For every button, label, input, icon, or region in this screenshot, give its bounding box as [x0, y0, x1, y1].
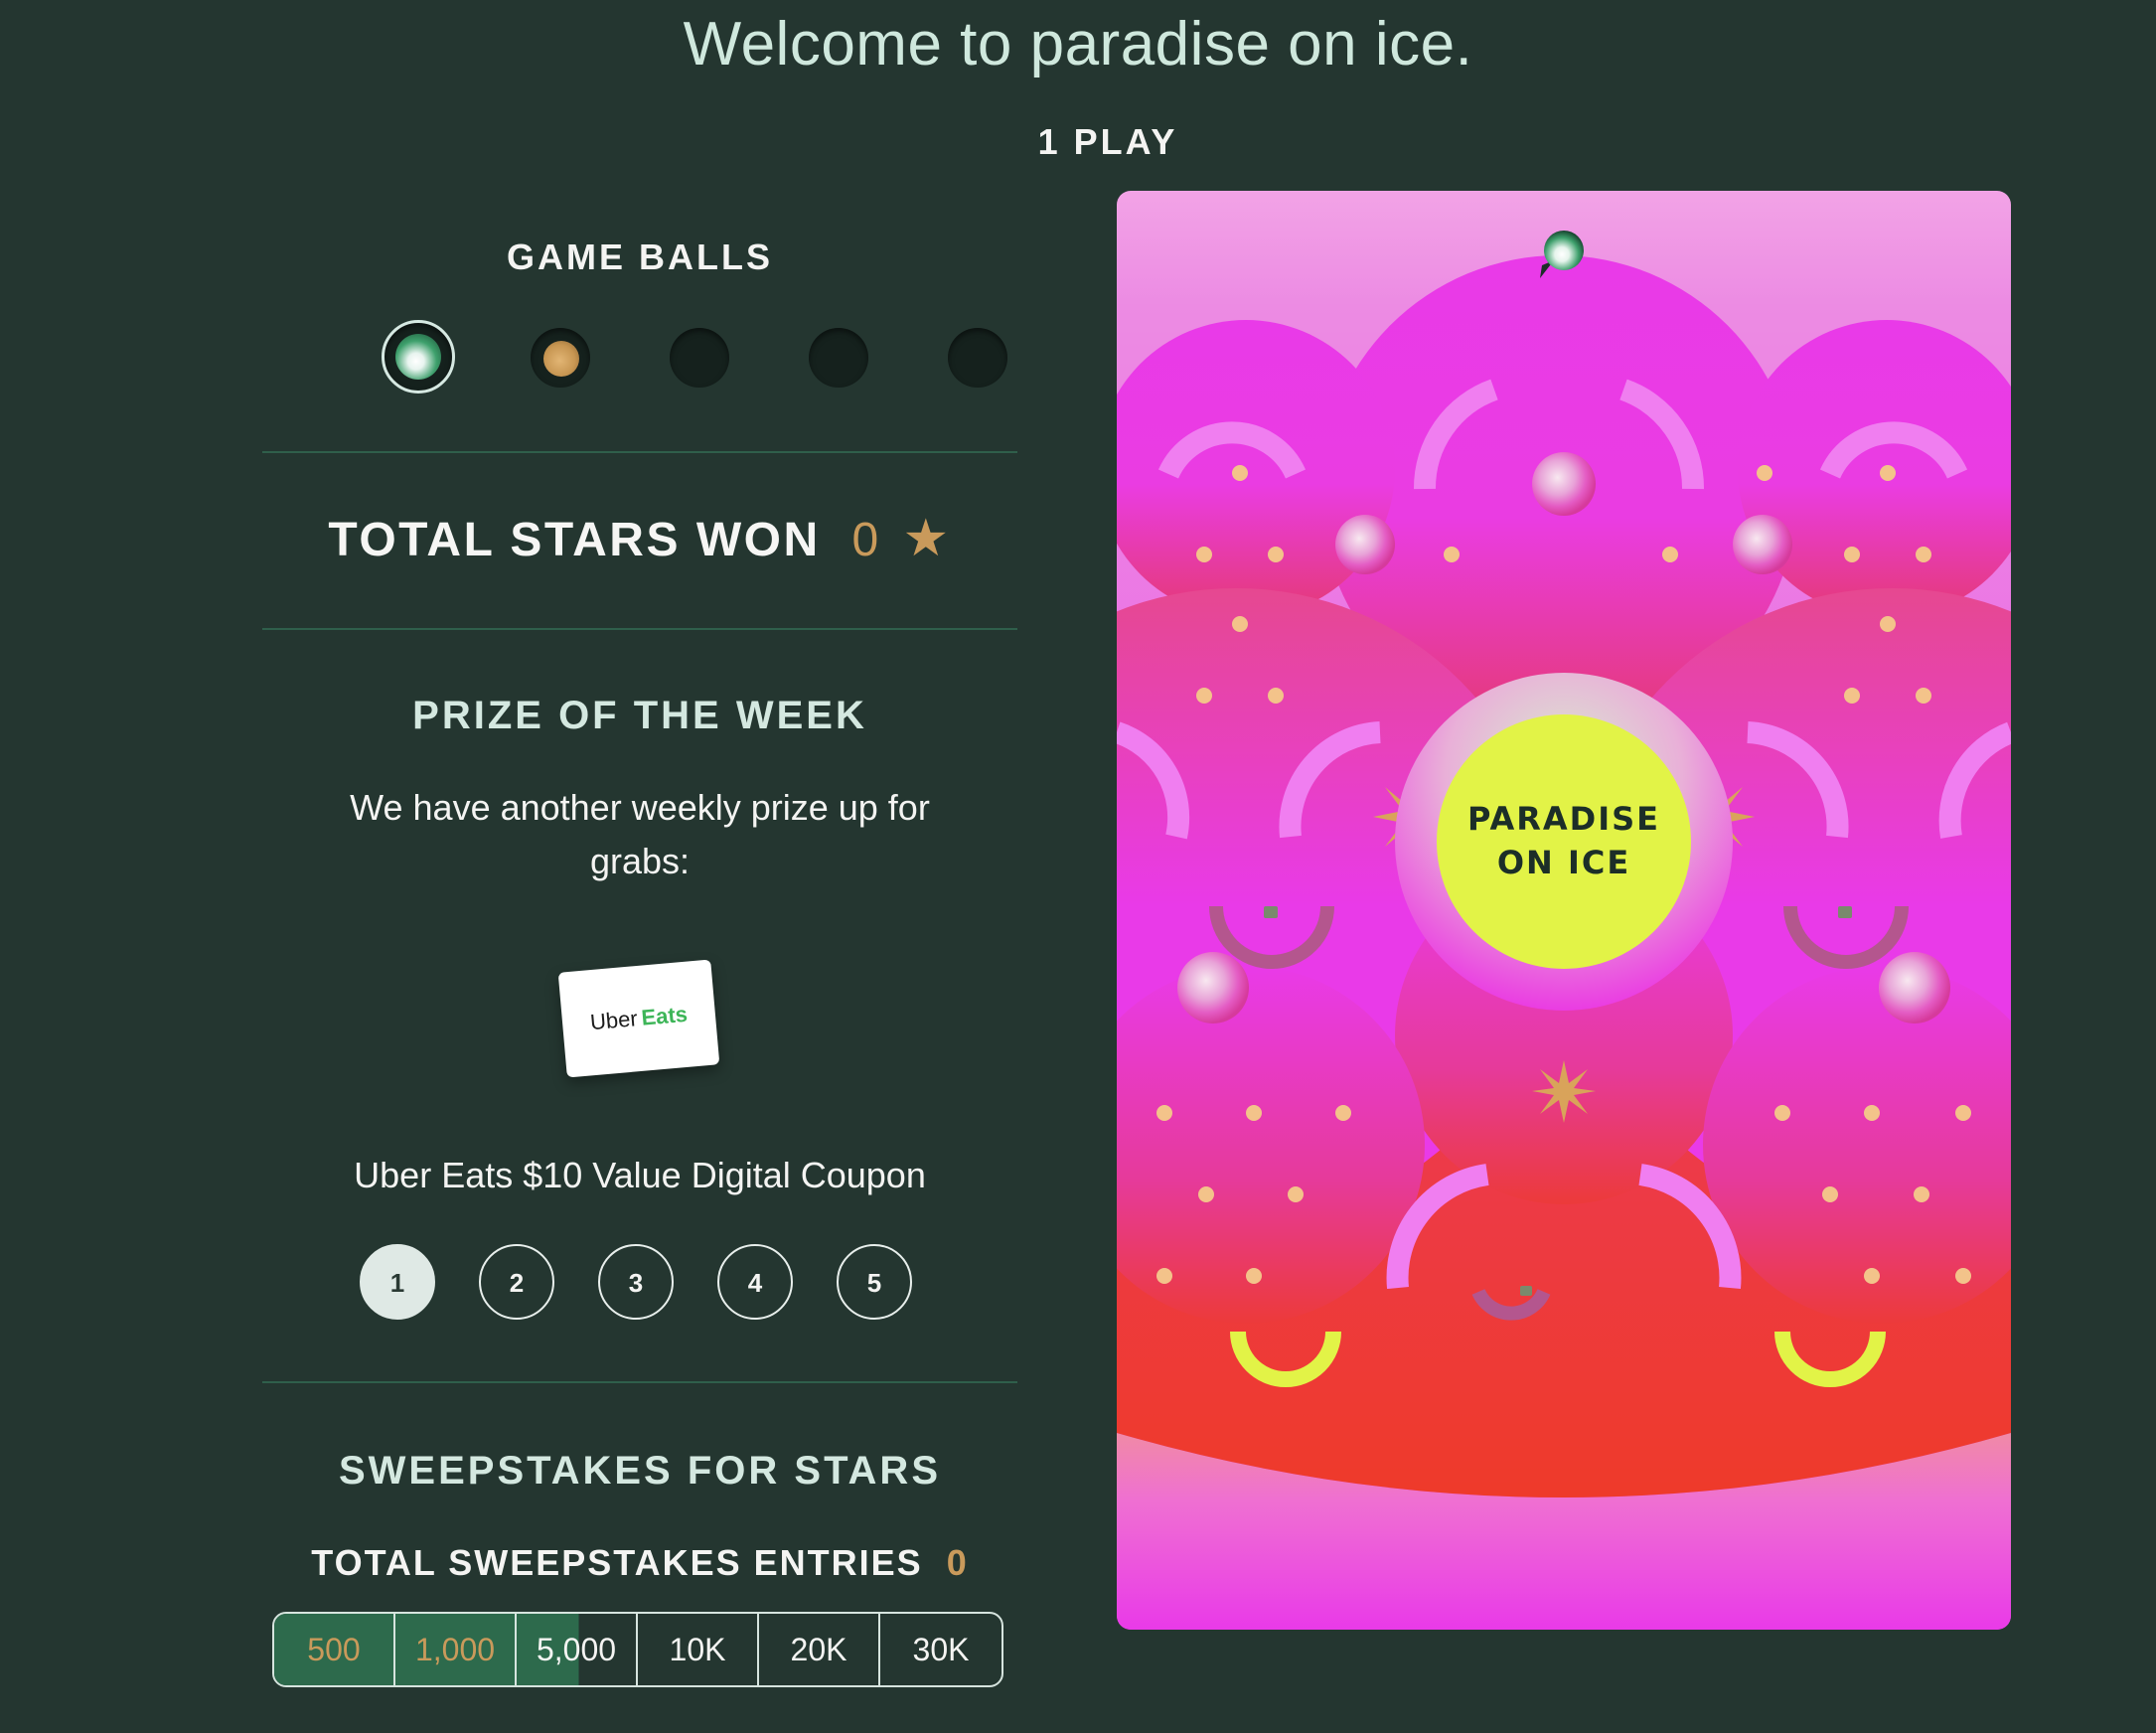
total-stars-count: 0 [851, 514, 881, 566]
game-board-art [1117, 191, 2011, 1630]
sweepstakes-title: SWEEPSTAKES FOR STARS [338, 1449, 941, 1493]
star-icon: ★ [902, 510, 952, 567]
game-board[interactable]: PARADISE ON ICE [1117, 191, 2011, 1630]
divider [262, 451, 1017, 453]
prize-pager: 1 2 3 4 5 [360, 1244, 956, 1324]
center-target-label: PARADISE ON ICE [1445, 797, 1683, 884]
game-ball-slot-2[interactable] [531, 328, 590, 388]
plays-counter: 1 PLAY [1037, 121, 1178, 162]
prize-page-button[interactable]: 1 [360, 1244, 435, 1320]
game-balls-row [322, 318, 1007, 401]
sidebar: GAME BALLS TOTAL STARS WON 0 ★ PRIZE OF … [262, 0, 1017, 1733]
prize-description: We have another weekly prize up for grab… [350, 787, 930, 881]
prize-name: Uber Eats $10 Value Digital Coupon [354, 1155, 926, 1195]
prize-of-week-title: PRIZE OF THE WEEK [412, 694, 867, 737]
total-stars-won: TOTAL STARS WON 0 ★ [262, 509, 1017, 568]
green-ball-icon [395, 334, 441, 380]
uber-eats-logo-accent: Eats [640, 1001, 689, 1030]
prize-page-button[interactable]: 2 [479, 1244, 554, 1320]
sweepstakes-entries: TOTAL SWEEPSTAKES ENTRIES 0 [262, 1542, 1017, 1584]
game-ball-slot-5 [948, 328, 1007, 388]
prize-page-button[interactable]: 3 [598, 1244, 674, 1320]
tier-20k[interactable]: 20K [759, 1614, 880, 1685]
divider [262, 1381, 1017, 1383]
center-target-label-line2: ON ICE [1496, 844, 1631, 881]
play-ball-icon [1544, 231, 1584, 270]
tier-1000[interactable]: 1,000 [395, 1614, 517, 1685]
game-ball-slot-3 [670, 328, 729, 388]
game-ball-slot-4 [809, 328, 868, 388]
prize-page-button[interactable]: 4 [717, 1244, 793, 1320]
game-balls-title: GAME BALLS [507, 236, 773, 277]
game-ball-slot-1[interactable] [382, 320, 455, 394]
prize-page-button[interactable]: 5 [837, 1244, 912, 1320]
total-stars-label: TOTAL STARS WON [328, 514, 821, 566]
sweepstakes-entries-label: TOTAL SWEEPSTAKES ENTRIES [311, 1542, 923, 1583]
uber-eats-logo-text: Uber [588, 1006, 639, 1035]
uber-eats-gift-card: Uber Eats [557, 959, 720, 1078]
tier-30k[interactable]: 30K [880, 1614, 1001, 1685]
sweepstakes-entries-count: 0 [946, 1542, 969, 1583]
divider [262, 628, 1017, 630]
center-target-label-line1: PARADISE [1466, 800, 1661, 838]
tier-10k[interactable]: 10K [638, 1614, 759, 1685]
sweepstakes-tier-bar: 500 1,000 5,000 10K 20K 30K [272, 1612, 1003, 1687]
tier-500[interactable]: 500 [274, 1614, 395, 1685]
tier-5000[interactable]: 5,000 [517, 1614, 638, 1685]
gold-ball-icon [543, 341, 579, 377]
